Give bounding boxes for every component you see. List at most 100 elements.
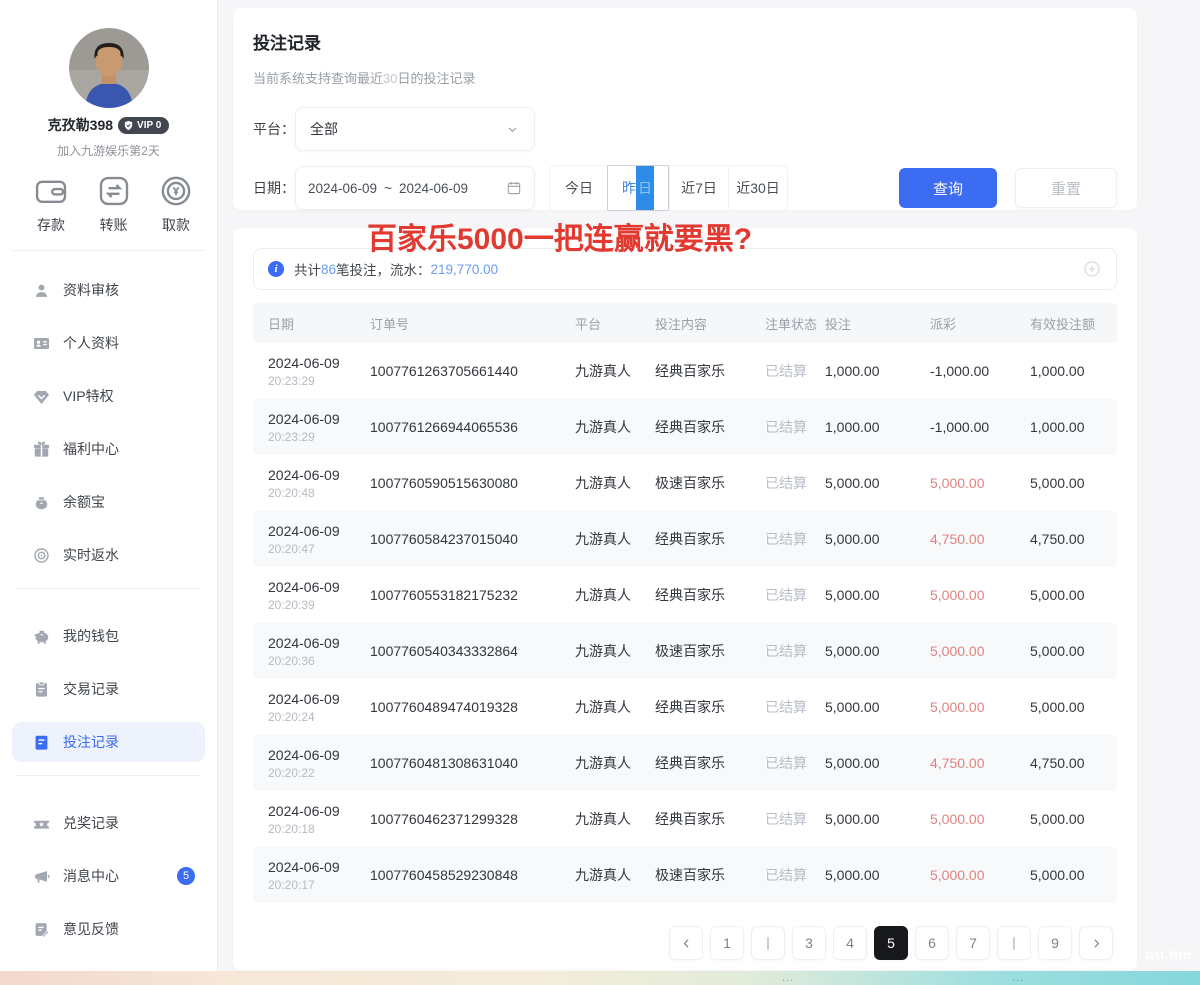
sidebar-item-profile-review[interactable]: 资料审核 <box>12 270 205 310</box>
cell-status: 已结算 <box>765 585 825 605</box>
sidebar-item-label: 资料审核 <box>63 280 119 300</box>
table-row: 2024-06-0920:20:221007760481308631040九游真… <box>253 735 1117 791</box>
sidebar-item-label: VIP特权 <box>63 386 114 406</box>
cell-order: 1007760540343332864 <box>370 643 575 659</box>
cell-valid-bet: 4,750.00 <box>1030 755 1117 771</box>
cell-platform: 九游真人 <box>575 529 655 549</box>
row-time: 20:23:29 <box>268 430 370 444</box>
cell-payout: 4,750.00 <box>930 531 1030 547</box>
row-date: 2024-06-09 <box>268 803 370 819</box>
sidebar-item-label: 兑奖记录 <box>63 813 119 833</box>
records-card: i 共计86笔投注，流水：219,770.00 日期订单号平台投注内容注单状态投… <box>233 228 1137 970</box>
cell-bet-amount: 5,000.00 <box>825 475 930 491</box>
platform-select[interactable]: 全部 <box>295 107 535 151</box>
query-button[interactable]: 查询 <box>899 168 997 208</box>
cell-order: 1007760553182175232 <box>370 587 575 603</box>
page-prev-button[interactable] <box>669 926 703 960</box>
page-ellipsis-button[interactable] <box>751 926 785 960</box>
page-next-button[interactable] <box>1079 926 1113 960</box>
cell-order: 1007760481308631040 <box>370 755 575 771</box>
sidebar-item-my-wallet[interactable]: 我的钱包 <box>12 616 205 656</box>
cell-platform: 九游真人 <box>575 641 655 661</box>
row-date: 2024-06-09 <box>268 579 370 595</box>
range-button-today[interactable]: 今日 <box>550 166 608 210</box>
row-date: 2024-06-09 <box>268 523 370 539</box>
cell-valid-bet: 5,000.00 <box>1030 867 1117 883</box>
cell-date: 2024-06-0920:20:48 <box>253 467 370 500</box>
cell-platform: 九游真人 <box>575 361 655 381</box>
page-ellipsis-button[interactable] <box>997 926 1031 960</box>
cell-valid-bet: 5,000.00 <box>1030 587 1117 603</box>
platform-filter-row: 平台： 全部 <box>253 107 1117 151</box>
platform-label: 平台： <box>253 119 295 139</box>
sidebar-item-vip-privileges[interactable]: VIP特权 <box>12 376 205 416</box>
sidebar-item-label: 福利中心 <box>63 439 119 459</box>
cell-date: 2024-06-0920:23:29 <box>253 355 370 388</box>
quick-action-label: 转账 <box>100 215 128 235</box>
plus-circle-icon[interactable] <box>1082 259 1102 279</box>
cell-valid-bet: 5,000.00 <box>1030 811 1117 827</box>
range-button-yesterday[interactable]: 昨日 <box>607 165 669 211</box>
page-button-4[interactable]: 4 <box>833 926 867 960</box>
quick-action-deposit[interactable]: 存款 <box>22 172 80 235</box>
sidebar-item-yuebao[interactable]: 余额宝 <box>12 482 205 522</box>
bet-count: 86 <box>321 262 336 277</box>
cell-payout: 5,000.00 <box>930 699 1030 715</box>
cell-date: 2024-06-0920:20:18 <box>253 803 370 836</box>
page-button-9[interactable]: 9 <box>1038 926 1072 960</box>
avatar <box>69 28 149 108</box>
sidebar-item-message-center[interactable]: 消息中心5 <box>12 856 205 896</box>
page-button-5[interactable]: 5 <box>874 926 908 960</box>
range-button-last-7-days[interactable]: 近7日 <box>669 166 728 210</box>
date-separator: ~ <box>384 181 392 196</box>
sidebar-item-realtime-rebate[interactable]: 实时返水 <box>12 535 205 575</box>
date-filter-row: 日期： 2024-06-09 ~ 2024-06-09 今日昨日近7日近30日 … <box>253 165 1117 211</box>
cell-order: 1007761263705661440 <box>370 363 575 379</box>
cell-date: 2024-06-0920:20:22 <box>253 747 370 780</box>
table-row: 2024-06-0920:20:391007760553182175232九游真… <box>253 567 1117 623</box>
cell-date: 2024-06-09 20:23:29 <box>253 411 370 444</box>
page-button-1[interactable]: 1 <box>710 926 744 960</box>
cell-valid-bet: 4,750.00 <box>1030 531 1117 547</box>
cell-bet-amount: 5,000.00 <box>825 867 930 883</box>
sidebar-item-welfare-center[interactable]: 福利中心 <box>12 429 205 469</box>
cell-bet-amount: 5,000.00 <box>825 699 930 715</box>
sidebar-item-transaction-records[interactable]: 交易记录 <box>12 669 205 709</box>
sidebar-item-feedback[interactable]: 意见反馈 <box>12 909 205 949</box>
row-time: 20:20:47 <box>268 542 370 556</box>
cell-date: 2024-06-0920:20:39 <box>253 579 370 612</box>
cell-status: 已结算 <box>765 809 825 829</box>
page-title: 投注记录 <box>233 8 1137 54</box>
quick-action-transfer[interactable]: 转账 <box>85 172 143 235</box>
column-header: 投注 <box>825 314 930 333</box>
sidebar-item-label: 余额宝 <box>63 492 105 512</box>
row-date: 2024-06-09 <box>268 411 370 427</box>
cell-bet-amount: 1,000.00 <box>825 363 930 379</box>
cell-status: 已结算 <box>765 865 825 885</box>
cell-status: 已结算 <box>765 753 825 773</box>
page-button-3[interactable]: 3 <box>792 926 826 960</box>
range-button-last-30-days[interactable]: 近30日 <box>728 166 787 210</box>
cell-bet-content: 经典百家乐 <box>655 417 765 437</box>
sidebar-item-prize-records[interactable]: 兑奖记录 <box>12 803 205 843</box>
cell-platform: 九游真人 <box>575 809 655 829</box>
sidebar-item-bet-records[interactable]: 投注记录 <box>12 722 205 762</box>
row-time: 20:20:48 <box>268 486 370 500</box>
page-button-6[interactable]: 6 <box>915 926 949 960</box>
cell-platform: 九游真人 <box>575 585 655 605</box>
withdraw-coin-icon <box>157 172 195 210</box>
cell-bet-amount: 5,000.00 <box>825 755 930 771</box>
cell-valid-bet: 1,000.00 <box>1030 363 1117 379</box>
sidebar-item-personal-info[interactable]: 个人资料 <box>12 323 205 363</box>
sidebar-item-label: 意见反馈 <box>63 919 119 939</box>
vip-diamond-icon <box>32 387 51 406</box>
cell-order: 1007760458529230848 <box>370 867 575 883</box>
cell-bet-amount: 5,000.00 <box>825 811 930 827</box>
red-annotation-text: 百家乐5000一把连赢就要黑? <box>367 214 752 258</box>
page-button-7[interactable]: 7 <box>956 926 990 960</box>
reset-button[interactable]: 重置 <box>1015 168 1117 208</box>
date-range-picker[interactable]: 2024-06-09 ~ 2024-06-09 <box>295 166 535 210</box>
watermark: qu.me <box>1145 946 1192 963</box>
quick-action-withdraw[interactable]: 取款 <box>147 172 205 235</box>
table-row: 2024-06-0920:20:361007760540343332864九游真… <box>253 623 1117 679</box>
